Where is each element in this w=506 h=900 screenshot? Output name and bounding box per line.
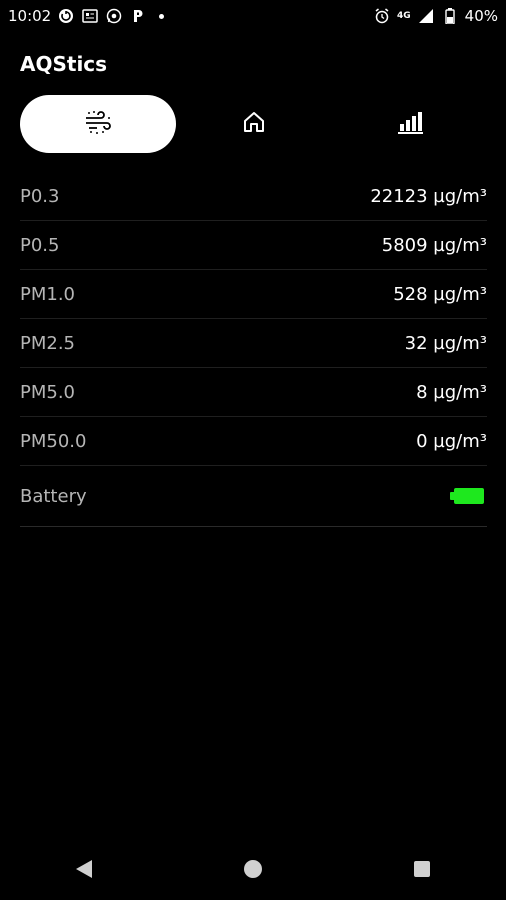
status-left: 10:02 bbox=[8, 7, 165, 25]
tab-bar bbox=[20, 95, 486, 153]
reading-row: PM50.0 0 µg/m³ bbox=[20, 417, 487, 466]
home-circle-icon bbox=[243, 859, 263, 883]
readings-list: P0.3 22123 µg/m³ P0.5 5809 µg/m³ PM1.0 5… bbox=[20, 172, 487, 527]
reading-row: PM2.5 32 µg/m³ bbox=[20, 319, 487, 368]
battery-label: Battery bbox=[20, 485, 87, 507]
network-type: 4G bbox=[397, 11, 411, 21]
tab-air[interactable] bbox=[20, 95, 176, 153]
system-nav-bar bbox=[0, 842, 506, 900]
reading-value: 22123 µg/m³ bbox=[370, 185, 487, 207]
battery-status-icon bbox=[441, 7, 459, 25]
wind-icon bbox=[83, 109, 113, 139]
home-button[interactable] bbox=[213, 851, 293, 891]
recents-button[interactable] bbox=[382, 851, 462, 891]
back-button[interactable] bbox=[44, 851, 124, 891]
reading-value: 0 µg/m³ bbox=[416, 430, 487, 452]
reading-label: PM50.0 bbox=[20, 430, 87, 452]
reading-label: PM2.5 bbox=[20, 332, 76, 354]
battery-level-icon bbox=[450, 488, 484, 504]
battery-percent: 40% bbox=[464, 7, 498, 25]
recents-icon bbox=[413, 860, 431, 882]
whatsapp-icon bbox=[105, 7, 123, 25]
reading-value: 32 µg/m³ bbox=[404, 332, 487, 354]
tab-home[interactable] bbox=[216, 95, 292, 153]
sync-icon bbox=[57, 7, 75, 25]
reading-label: P0.3 bbox=[20, 185, 60, 207]
reading-row: P0.5 5809 µg/m³ bbox=[20, 221, 487, 270]
status-bar: 10:02 4G 40% bbox=[0, 0, 506, 32]
battery-row: Battery bbox=[20, 466, 487, 527]
news-icon bbox=[81, 7, 99, 25]
reading-row: PM5.0 8 µg/m³ bbox=[20, 368, 487, 417]
notification-dot bbox=[159, 13, 165, 19]
reading-label: P0.5 bbox=[20, 234, 60, 256]
alarm-icon bbox=[373, 7, 391, 25]
reading-row: P0.3 22123 µg/m³ bbox=[20, 172, 487, 221]
status-time: 10:02 bbox=[8, 7, 52, 25]
reading-label: PM5.0 bbox=[20, 381, 76, 403]
reading-row: PM1.0 528 µg/m³ bbox=[20, 270, 487, 319]
tab-stats[interactable] bbox=[370, 95, 450, 153]
reading-label: PM1.0 bbox=[20, 283, 76, 305]
bar-chart-icon bbox=[397, 109, 423, 139]
home-icon bbox=[242, 110, 266, 138]
app-title: AQStics bbox=[20, 52, 108, 76]
paytm-icon bbox=[129, 7, 147, 25]
back-icon bbox=[75, 859, 93, 883]
reading-value: 5809 µg/m³ bbox=[381, 234, 487, 256]
status-right: 4G 40% bbox=[373, 7, 498, 25]
signal-icon bbox=[417, 7, 435, 25]
reading-value: 528 µg/m³ bbox=[393, 283, 487, 305]
reading-value: 8 µg/m³ bbox=[416, 381, 487, 403]
